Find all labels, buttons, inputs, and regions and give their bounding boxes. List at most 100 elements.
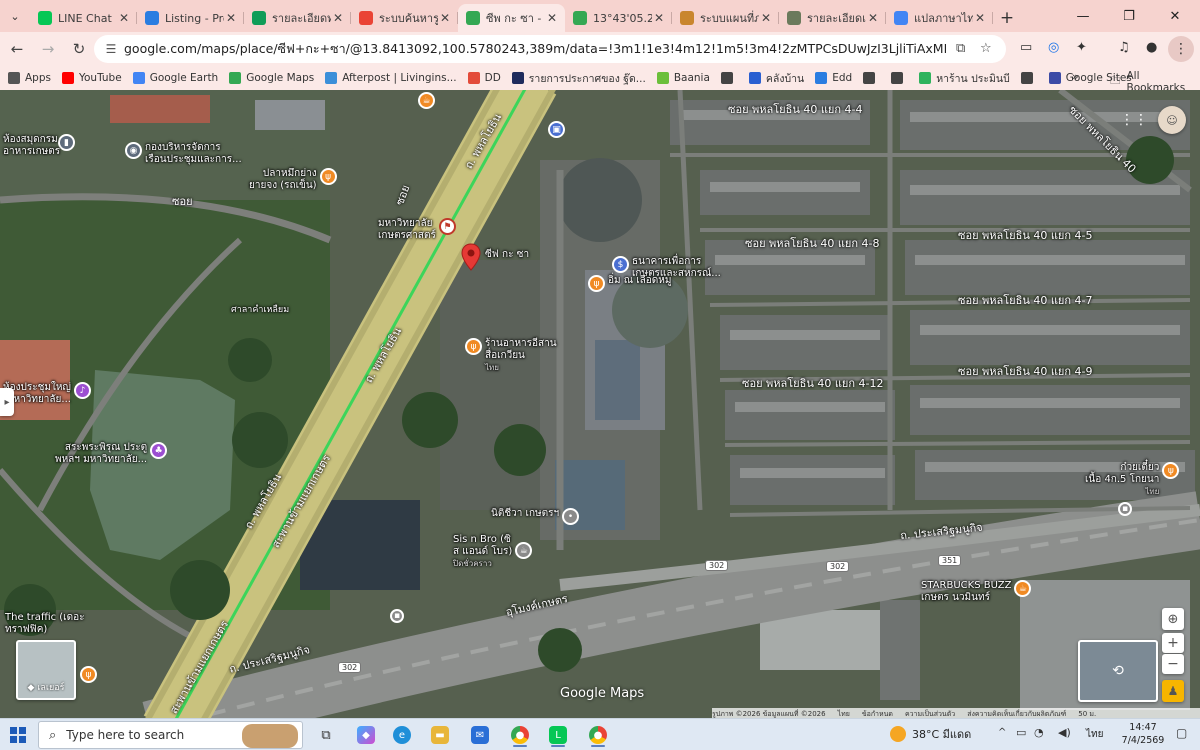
poi-bus-stop-2[interactable]: ▪ bbox=[1118, 502, 1132, 516]
expand-panel-icon[interactable]: ▸ bbox=[0, 388, 14, 416]
tab-close-icon[interactable]: ✕ bbox=[117, 11, 131, 25]
media-icon[interactable]: ♫ bbox=[1118, 40, 1130, 55]
url-text[interactable]: google.com/maps/place/ซีฟ+กะ+ซา/@13.8413… bbox=[124, 39, 946, 59]
tray-chevron-icon[interactable]: ^ bbox=[998, 727, 1006, 738]
tab-close-icon[interactable]: ✕ bbox=[545, 11, 559, 25]
tab-0[interactable]: LINE Chat ✕ bbox=[30, 4, 137, 32]
tab-8[interactable]: แปลภาษาไทยเป✕ bbox=[886, 4, 993, 32]
privacy-link[interactable]: ความเป็นส่วนตัว bbox=[905, 709, 955, 719]
mail-icon[interactable]: ✉ bbox=[466, 722, 494, 748]
bookmark-7[interactable]: Baania bbox=[656, 72, 710, 84]
poi-sala[interactable]: ศาลาคำเหลืยม bbox=[228, 304, 289, 316]
bookmark-1[interactable]: YouTube bbox=[61, 72, 122, 84]
satellite-map[interactable]: ▮ ห้องสมุดกรม อาหารเกษตร ◉ กองบริหารจัดก… bbox=[0, 90, 1200, 718]
bookmark-10[interactable]: Edd bbox=[815, 72, 852, 84]
extensions-icon[interactable]: ✦ bbox=[1076, 40, 1087, 55]
bookmark-8[interactable] bbox=[720, 72, 738, 84]
menu-kebab-icon[interactable]: ⋮ bbox=[1168, 36, 1194, 62]
more-bookmarks-icon[interactable]: » bbox=[1072, 70, 1079, 83]
poi-bus-stop-1[interactable]: ▪ bbox=[390, 609, 404, 623]
tab-5[interactable]: 13°43'05.2"N✕ bbox=[565, 4, 672, 32]
tab-6[interactable]: ระบบแผนที่ภาษ✕ bbox=[672, 4, 779, 32]
reload-icon[interactable]: ↻ bbox=[65, 35, 93, 63]
terms-link[interactable]: ข้อกำหนด bbox=[862, 709, 893, 719]
poi-selected-place[interactable]: ซีฟ กะ ซา bbox=[460, 243, 529, 271]
notification-icon[interactable]: ▢ bbox=[1176, 726, 1187, 740]
bookmark-11[interactable] bbox=[863, 72, 880, 84]
poi-library[interactable]: ▮ bbox=[58, 134, 75, 151]
language-link[interactable]: ไทย bbox=[838, 709, 850, 719]
weather-widget[interactable]: 38°C มีแดด bbox=[890, 725, 971, 743]
tab-close-icon[interactable]: ✕ bbox=[438, 11, 452, 25]
poi-grilled-squid[interactable]: ปลาหมึกย่าง ยายจง (รถเข็น) ψ bbox=[246, 168, 337, 192]
install-app-icon[interactable]: ⧉ bbox=[956, 41, 965, 56]
clock[interactable]: 14:47 7/4/2569 bbox=[1118, 721, 1168, 747]
line-app-icon[interactable]: L bbox=[544, 722, 572, 748]
bookmark-14[interactable] bbox=[1020, 72, 1038, 84]
scale-bar[interactable]: 50 ม. bbox=[1078, 709, 1096, 719]
tab-1[interactable]: Listing - Prop✕ bbox=[137, 4, 244, 32]
tab-close-icon[interactable]: ✕ bbox=[866, 11, 880, 25]
bookmark-6[interactable]: รายการประกาศของ ฐ๊ด... bbox=[511, 70, 646, 87]
network-icon[interactable]: ▭ bbox=[1016, 726, 1026, 739]
minimize-icon[interactable]: — bbox=[1060, 0, 1106, 32]
pegman-icon[interactable]: ♟ bbox=[1162, 680, 1184, 702]
edge-icon[interactable]: e bbox=[388, 722, 416, 748]
bookmark-star-icon[interactable]: ☆ bbox=[980, 41, 992, 56]
windows-start-icon[interactable] bbox=[4, 722, 32, 748]
chrome-icon[interactable]: ● bbox=[506, 722, 534, 748]
account-avatar[interactable]: ☺ bbox=[1158, 106, 1186, 134]
bookmark-4[interactable]: Afterpost | Livingins... bbox=[325, 72, 457, 84]
poi-kasetsart-university[interactable]: มหาวิทยาลัย เกษตรศาสตร์ ⚑ bbox=[375, 218, 456, 242]
tab-close-icon[interactable]: ✕ bbox=[973, 11, 987, 25]
wifi-icon[interactable]: ◔ bbox=[1034, 726, 1044, 739]
back-icon[interactable]: ← bbox=[3, 35, 31, 63]
poi-im-na-luead-moo[interactable]: ψ อิ่ม ณ เลือดหมู bbox=[588, 275, 671, 292]
tab-2[interactable]: รายละเอียดทรัพ✕ bbox=[244, 4, 351, 32]
volume-icon[interactable]: ◀) bbox=[1058, 726, 1071, 739]
bookmark-12[interactable] bbox=[891, 72, 908, 84]
tab-3[interactable]: ระบบค้นหารูปแ✕ bbox=[351, 4, 458, 32]
poi-the-traffic[interactable]: The traffic (เดอะ ทราฟฟิค) bbox=[2, 612, 84, 636]
poi-meeting-hall[interactable]: ◉ กองบริหารจัดการ เรือนประชุมและการ... bbox=[125, 142, 242, 166]
new-tab-button[interactable]: + bbox=[993, 4, 1021, 32]
tab-close-icon[interactable]: ✕ bbox=[331, 11, 345, 25]
tab-7[interactable]: รายละเอียดเอกส✕ bbox=[779, 4, 886, 32]
bookmark-5[interactable]: DD bbox=[467, 72, 501, 84]
street-view-thumbnail[interactable]: ⟲ bbox=[1078, 640, 1158, 702]
layers-button[interactable]: ◆ เลเยอร์ bbox=[16, 640, 76, 700]
cast-icon[interactable]: ▭ bbox=[1020, 40, 1032, 55]
taskbar-search[interactable]: ⌕ Type here to search bbox=[38, 721, 303, 749]
google-apps-icon[interactable]: ⋮⋮ bbox=[1120, 108, 1148, 132]
poi-starbucks[interactable]: STARBUCKS BUZZ เกษตร นวมินทร์ ☕ bbox=[918, 580, 1032, 604]
feedback-link[interactable]: ส่งความคิดเห็นเกี่ยวกับผลิตภัณฑ์ bbox=[967, 709, 1066, 719]
poi-restaurant-bottom[interactable]: ψ bbox=[80, 666, 97, 683]
lens-icon[interactable]: ◎ bbox=[1048, 40, 1059, 55]
tab-close-icon[interactable]: ✕ bbox=[652, 11, 666, 25]
bookmark-0[interactable]: Apps bbox=[8, 72, 51, 84]
bookmark-9[interactable]: คลังบ้าน bbox=[748, 70, 804, 87]
poi-library-label[interactable]: ห้องสมุดกรม อาหารเกษตร bbox=[0, 134, 60, 158]
task-view-icon[interactable]: ⧉ bbox=[312, 722, 340, 748]
my-location-icon[interactable]: ⊕ bbox=[1162, 608, 1184, 630]
poi-cafe-top[interactable]: ☕ bbox=[418, 92, 435, 109]
file-explorer-icon[interactable]: ▬ bbox=[426, 722, 454, 748]
tab-4[interactable]: ซีพ กะ ซา - Go✕ bbox=[458, 4, 565, 32]
poi-noodle-shop[interactable]: ก๋วยเตี๋ยว เนื้อ 4ก.5 โกยนา ไทย ψ bbox=[1082, 462, 1180, 498]
copilot-icon[interactable]: ◆ bbox=[352, 722, 380, 748]
profile-avatar-icon[interactable]: ● bbox=[1146, 40, 1157, 55]
site-info-icon[interactable]: ☰ bbox=[98, 42, 124, 56]
address-bar[interactable]: ☰ google.com/maps/place/ซีฟ+กะ+ซา/@13.84… bbox=[94, 35, 1006, 63]
zoom-in-icon[interactable]: + bbox=[1162, 633, 1184, 653]
poi-niti-chewa[interactable]: นิติชีวา เกษตรฯ • bbox=[488, 508, 580, 525]
tab-search-icon[interactable]: ⌄ bbox=[0, 0, 30, 32]
poi-isan-restaurant[interactable]: ψ ร้านอาหารอีสาน สื่อเกวียน ไทย bbox=[465, 338, 557, 374]
bookmark-3[interactable]: Google Maps bbox=[229, 72, 314, 84]
tab-close-icon[interactable]: ✕ bbox=[224, 11, 238, 25]
chrome-profile-icon[interactable]: ● bbox=[584, 722, 612, 748]
poi-pond[interactable]: สระพระพิรุณ ประตู พหลฯ มหาวิทยาลัย... ♣ bbox=[52, 442, 168, 466]
bookmark-13[interactable]: หาร้าน ประมินบี bbox=[919, 70, 1010, 87]
poi-bus-top[interactable]: ▣ bbox=[548, 121, 565, 138]
bookmark-2[interactable]: Google Earth bbox=[132, 72, 218, 84]
forward-icon[interactable]: → bbox=[34, 35, 62, 63]
